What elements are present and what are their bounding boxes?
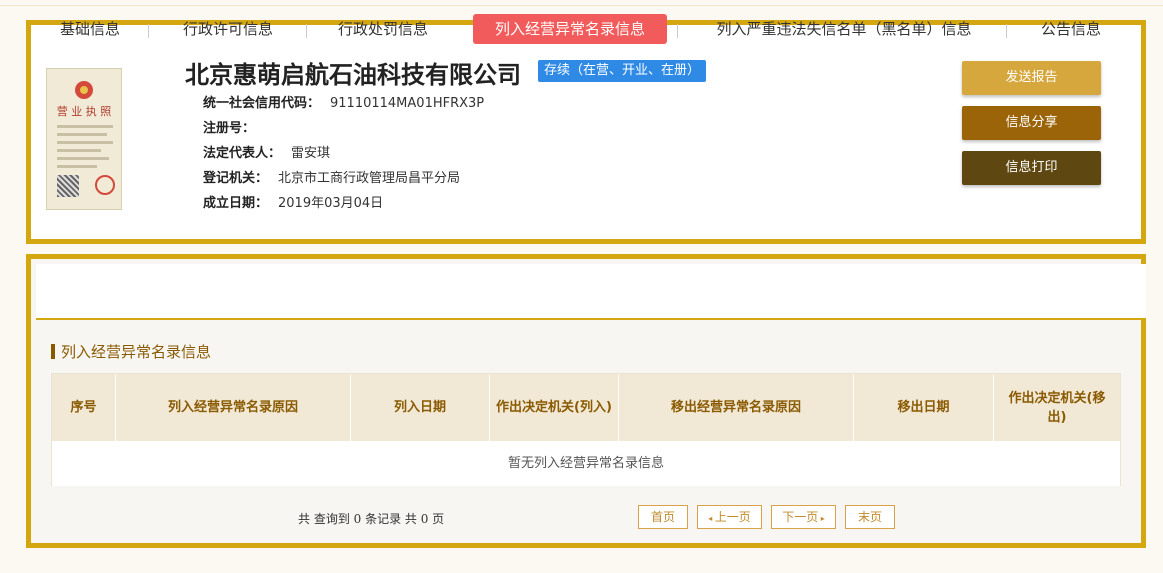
info-legal-representative: 法定代表人： 雷安琪 [203,146,331,161]
col-header-listing-date: 列入日期 [351,374,490,441]
first-page-button[interactable]: 首页 [638,505,688,529]
table-empty-message: 暂无列入经营异常名录信息 [52,441,1120,486]
top-divider [0,5,1163,6]
pagination-summary: 共 查询到 0 条记录 共 0 页 [298,512,445,526]
abnormal-operation-table: 序号 列入经营异常名录原因 列入日期 作出决定机关(列入) 移出经营异常名录原因… [51,373,1121,486]
table-header: 序号 列入经营异常名录原因 列入日期 作出决定机关(列入) 移出经营异常名录原因… [52,374,1120,441]
national-emblem-icon [75,81,93,99]
next-page-button[interactable]: 下一页 ▸ [771,505,836,529]
section-title: 列入经营异常名录信息 [51,341,211,362]
tab-abnormal-operation[interactable]: 列入经营异常名录信息 [473,14,667,44]
col-header-index: 序号 [52,374,116,441]
last-page-button[interactable]: 末页 [845,505,895,529]
tab-admin-penalty[interactable]: 行政处罚信息 [321,14,445,44]
info-registration-number: 注册号： [203,121,256,136]
info-registration-authority: 登记机关： 北京市工商行政管理局昌平分局 [203,171,461,186]
status-badge: 存续（在营、开业、在册） [538,60,707,82]
info-establishment-date: 成立日期： 2019年03月04日 [203,196,384,211]
chevron-right-icon: ▸ [818,514,825,523]
tab-blacklist[interactable]: 列入严重违法失信名单（黑名单）信息 [696,14,992,44]
business-license-image: 营 业 执 照 [46,68,122,210]
tab-basic-info[interactable]: 基础信息 [46,14,134,44]
tab-admin-license[interactable]: 行政许可信息 [166,14,290,44]
tab-announcements[interactable]: 公告信息 [1028,14,1114,44]
share-info-button[interactable]: 信息分享 [962,106,1101,140]
col-header-removal-authority: 作出决定机关(移出) [1008,390,1106,425]
col-header-removal-date: 移出日期 [854,374,994,441]
col-header-listing-authority: 作出决定机关(列入) [490,374,619,441]
col-header-listing-reason: 列入经营异常名录原因 [116,374,351,441]
col-header-removal-reason: 移出经营异常名录原因 [619,374,854,441]
send-report-button[interactable]: 发送报告 [962,61,1101,95]
license-title: 营 业 执 照 [56,105,112,118]
print-info-button[interactable]: 信息打印 [962,151,1101,185]
tab-bar [36,264,1146,320]
qr-code-icon [57,175,79,197]
official-seal-icon [95,175,115,195]
prev-page-button[interactable]: ◂ 上一页 [697,505,762,529]
company-name: 北京惠萌启航石油科技有限公司 [185,60,521,89]
info-credit-code: 统一社会信用代码： 91110114MA01HFRX3P [203,96,485,111]
